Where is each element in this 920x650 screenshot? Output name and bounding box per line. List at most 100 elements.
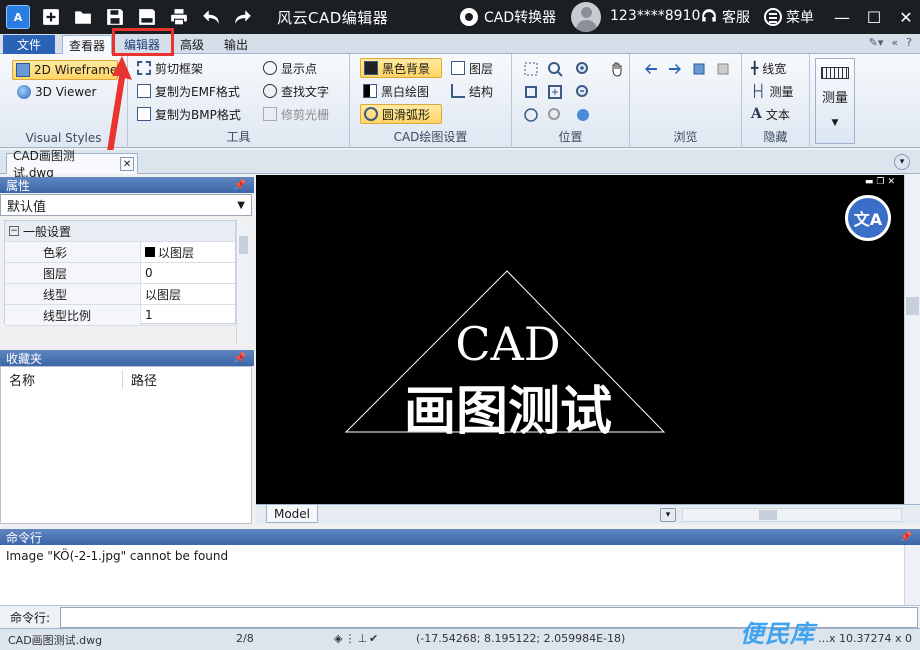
property-key: 线型比例 — [5, 305, 141, 325]
document-tab[interactable]: CAD画图测试.dwg ✕ — [6, 149, 138, 180]
scroll-thumb[interactable] — [759, 510, 777, 520]
tab-advanced[interactable]: 高级 — [172, 35, 212, 54]
property-row[interactable]: 色彩 以图层 — [5, 242, 235, 263]
clip-frame-button[interactable]: 剪切框架 — [134, 58, 206, 78]
tab-model[interactable]: Model — [266, 505, 318, 523]
collapse-icon[interactable]: − — [9, 226, 19, 236]
zoom-out-icon[interactable] — [574, 83, 592, 101]
line-width-button[interactable]: ╋ 线宽 — [748, 58, 789, 78]
save-as-pdf-icon[interactable] — [136, 6, 158, 28]
smooth-arc-button[interactable]: 圆滑弧形 — [360, 104, 442, 124]
pan-hand-icon[interactable] — [608, 60, 626, 78]
group-label-browse: 浏览 — [673, 130, 698, 144]
canvas-window-controls-icon[interactable]: ▬❐✕ — [865, 177, 898, 187]
menu-label: 菜单 — [786, 10, 814, 26]
column-name[interactable]: 名称 — [1, 369, 123, 389]
property-value: 以图层 — [158, 245, 195, 260]
view-sphere-icon[interactable] — [574, 106, 592, 124]
group-cad-settings: 黑色背景 黑白绘图 圆滑弧形 图层 结构 CAD绘图设置 — [350, 54, 512, 148]
3d-viewer-button[interactable]: 3D Viewer — [14, 82, 99, 102]
zoom-all-icon[interactable] — [546, 83, 564, 101]
trim-raster-button[interactable]: 修剪光栅 — [260, 104, 332, 124]
cad-converter-button[interactable]: CAD转换器 — [460, 7, 556, 27]
copy-emf-button[interactable]: 复制为EMF格式 — [134, 81, 243, 101]
text-label: 文本 — [765, 107, 790, 122]
property-row[interactable]: 线型 以图层 — [5, 284, 235, 305]
close-document-icon[interactable]: ✕ — [120, 157, 134, 171]
translate-icon[interactable]: 文A — [845, 195, 891, 241]
tab-output[interactable]: 输出 — [216, 35, 256, 54]
user-phone[interactable]: 123****8910 — [610, 8, 700, 24]
command-input-label: 命令行: — [10, 610, 51, 625]
undo-icon[interactable] — [200, 6, 222, 28]
tab-viewer[interactable]: 查看器 — [62, 35, 112, 54]
text-button[interactable]: A 文本 — [748, 104, 793, 124]
new-file-icon[interactable] — [40, 6, 62, 28]
black-background-button[interactable]: 黑色背景 — [360, 58, 442, 78]
drawing-canvas[interactable]: CAD 画图测试 ▬❐✕ 文A — [256, 175, 904, 504]
canvas-horizontal-scrollbar[interactable] — [682, 508, 902, 522]
save-icon[interactable] — [104, 6, 126, 28]
open-folder-icon[interactable] — [72, 6, 94, 28]
layout-dropdown-icon[interactable]: ▾ — [660, 508, 676, 522]
arrow-right-icon[interactable] — [666, 60, 684, 78]
zoom-previous-icon[interactable] — [546, 106, 564, 124]
fit-icon[interactable] — [522, 83, 540, 101]
close-icon[interactable]: ✕ — [892, 0, 920, 34]
3d-orbit-icon[interactable] — [522, 106, 540, 124]
pin-icon[interactable]: 📌 — [234, 180, 246, 191]
property-value: 1 — [145, 308, 153, 322]
group-label-hide: 隐藏 — [763, 130, 788, 144]
print-icon[interactable] — [168, 6, 190, 28]
properties-panel-header: 属性 📌 — [0, 177, 254, 193]
black-bg-label: 黑色背景 — [382, 61, 431, 76]
avatar[interactable] — [571, 2, 601, 32]
snap-toggle-icons[interactable]: ◈⋮⊥✔ — [334, 632, 380, 645]
support-button[interactable]: 客服 — [700, 7, 750, 27]
canvas-vertical-scrollbar[interactable] — [904, 175, 920, 504]
ribbon-collapse-icon[interactable]: « — [891, 36, 898, 49]
rotate-icon[interactable] — [690, 60, 708, 78]
app-logo-icon[interactable]: A — [6, 5, 30, 29]
pin-icon[interactable]: 📌 — [234, 353, 246, 364]
measure-large-button[interactable]: 测量 ▼ — [815, 58, 855, 144]
mirror-icon[interactable] — [714, 60, 732, 78]
bw-drawing-button[interactable]: 黑白绘图 — [360, 81, 432, 101]
minimize-icon[interactable]: — — [828, 0, 856, 34]
pin-icon[interactable]: 📌 — [900, 532, 912, 543]
properties-selector[interactable]: 默认值 ▼ — [0, 194, 252, 216]
structure-button[interactable]: 结构 — [448, 81, 496, 101]
scroll-thumb[interactable] — [906, 297, 919, 315]
bmp-icon — [137, 107, 151, 121]
property-value: 以图层 — [145, 287, 182, 302]
zoom-window-icon[interactable] — [522, 60, 540, 78]
copy-bmp-button[interactable]: 复制为BMP格式 — [134, 104, 244, 124]
redo-icon[interactable] — [232, 6, 254, 28]
zoom-in-icon[interactable] — [574, 60, 592, 78]
copy-emf-label: 复制为EMF格式 — [155, 84, 240, 99]
property-grid: − 一般设置 色彩 以图层 图层 0 线型 以图层 线型比例 1 — [4, 220, 236, 326]
measure-button[interactable]: ├┤ 测量 — [748, 81, 796, 101]
property-row[interactable]: 线型比例 1 — [5, 305, 235, 326]
scroll-thumb[interactable] — [239, 236, 248, 254]
crosshair-icon — [263, 61, 277, 75]
tab-file[interactable]: 文件 — [3, 35, 55, 54]
find-text-button[interactable]: 查找文字 — [260, 81, 332, 101]
zoom-extents-icon[interactable] — [546, 60, 564, 78]
property-row[interactable]: 图层 0 — [5, 263, 235, 284]
arrow-left-icon[interactable] — [642, 60, 660, 78]
layers-button[interactable]: 图层 — [448, 58, 496, 78]
maximize-icon[interactable]: ☐ — [860, 0, 888, 34]
ribbon-options-icon[interactable]: ✎▾ — [869, 36, 884, 49]
column-path[interactable]: 路径 — [123, 370, 157, 389]
main-menu-button[interactable]: 菜单 — [764, 7, 814, 27]
drawing-text-title: 画图测试 — [404, 381, 612, 442]
tab-list-dropdown-icon[interactable]: ▾ — [894, 154, 910, 170]
smooth-arc-label: 圆滑弧形 — [382, 107, 431, 122]
properties-scrollbar[interactable] — [236, 220, 250, 344]
command-scrollbar[interactable] — [904, 545, 920, 605]
property-key: 色彩 — [5, 242, 141, 262]
property-category[interactable]: − 一般设置 — [5, 221, 235, 242]
show-points-button[interactable]: 显示点 — [260, 58, 320, 78]
ribbon-help-icon[interactable]: ? — [906, 36, 912, 49]
